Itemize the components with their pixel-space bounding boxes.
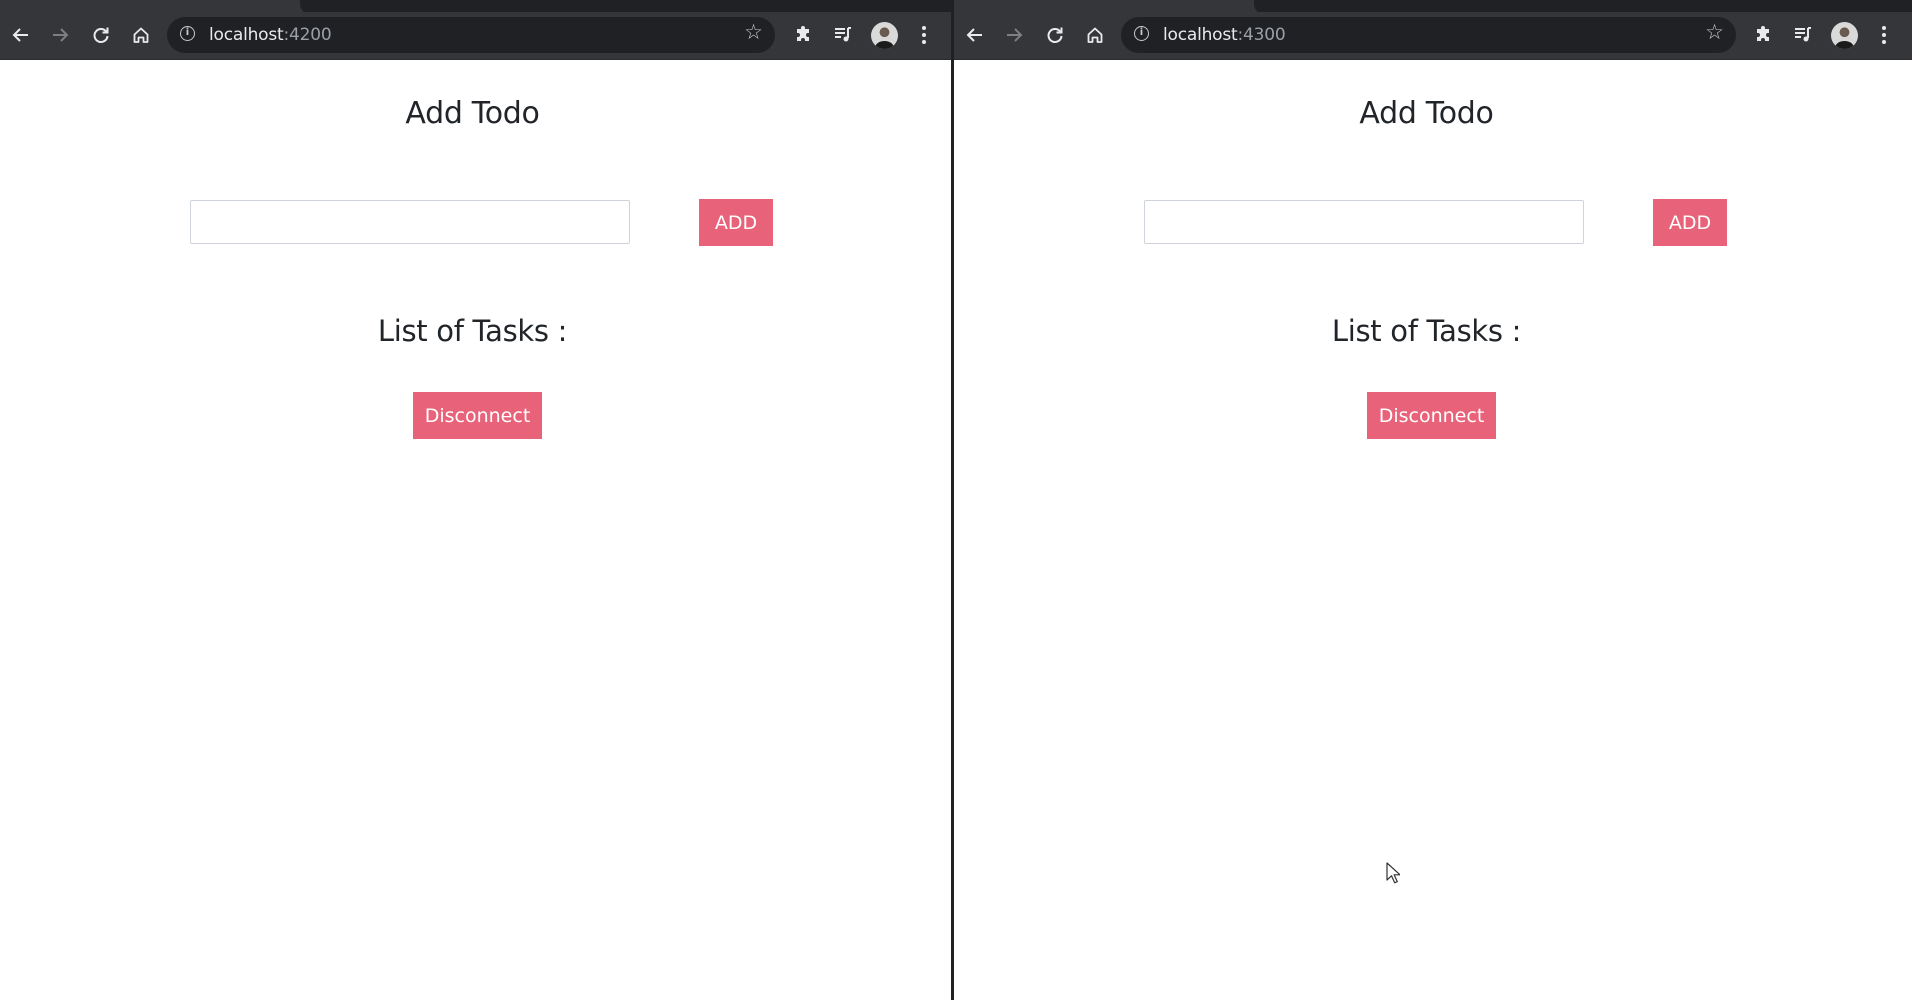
- desktop: i localhost:4200 ☆ Add Todo ADD List of …: [0, 0, 1920, 1000]
- home-icon[interactable]: [1082, 22, 1108, 48]
- add-button[interactable]: ADD: [699, 199, 773, 246]
- back-arrow-icon[interactable]: [8, 22, 34, 48]
- kebab-menu-icon[interactable]: [911, 22, 937, 48]
- site-info-icon[interactable]: i: [180, 26, 195, 41]
- home-icon[interactable]: [128, 22, 154, 48]
- forward-arrow-icon[interactable]: [1001, 22, 1027, 48]
- tasks-heading: List of Tasks :: [377, 314, 568, 348]
- address-bar[interactable]: i localhost:4200 ☆: [167, 17, 775, 53]
- todo-input[interactable]: [1144, 200, 1584, 244]
- media-queue-icon[interactable]: [830, 22, 856, 48]
- avatar[interactable]: [1831, 22, 1858, 49]
- page-title: Add Todo: [1359, 96, 1494, 131]
- address-bar[interactable]: i localhost:4300 ☆: [1121, 17, 1736, 53]
- browser-toolbar: i localhost:4300 ☆: [954, 12, 1912, 60]
- star-icon[interactable]: ☆: [1705, 22, 1724, 43]
- star-icon[interactable]: ☆: [744, 22, 763, 43]
- page-title: Add Todo: [405, 96, 540, 131]
- disconnect-button[interactable]: Disconnect: [1367, 392, 1496, 439]
- tasks-heading: List of Tasks :: [1331, 314, 1522, 348]
- screen-edge: [1912, 0, 1920, 1000]
- disconnect-button[interactable]: Disconnect: [413, 392, 542, 439]
- reload-icon[interactable]: [1042, 22, 1068, 48]
- url-text: localhost:4300: [1163, 25, 1286, 45]
- browser-toolbar: i localhost:4200 ☆: [0, 12, 951, 60]
- page-content: Add Todo ADD List of Tasks : Disconnect: [0, 60, 951, 1000]
- reload-icon[interactable]: [88, 22, 114, 48]
- kebab-menu-icon[interactable]: [1871, 22, 1897, 48]
- mouse-cursor-icon: [1386, 862, 1400, 884]
- todo-input[interactable]: [190, 200, 630, 244]
- avatar[interactable]: [871, 22, 898, 49]
- back-arrow-icon[interactable]: [962, 22, 988, 48]
- add-button[interactable]: ADD: [1653, 199, 1727, 246]
- forward-arrow-icon[interactable]: [47, 22, 73, 48]
- puzzle-icon[interactable]: [1751, 22, 1777, 48]
- browser-window-left: i localhost:4200 ☆ Add Todo ADD List of …: [0, 0, 951, 1000]
- media-queue-icon[interactable]: [1790, 22, 1816, 48]
- browser-window-right: i localhost:4300 ☆ Add Todo ADD List of …: [954, 0, 1912, 1000]
- url-text: localhost:4200: [209, 25, 332, 45]
- puzzle-icon[interactable]: [791, 22, 817, 48]
- page-content: Add Todo ADD List of Tasks : Disconnect: [954, 60, 1912, 1000]
- site-info-icon[interactable]: i: [1134, 26, 1149, 41]
